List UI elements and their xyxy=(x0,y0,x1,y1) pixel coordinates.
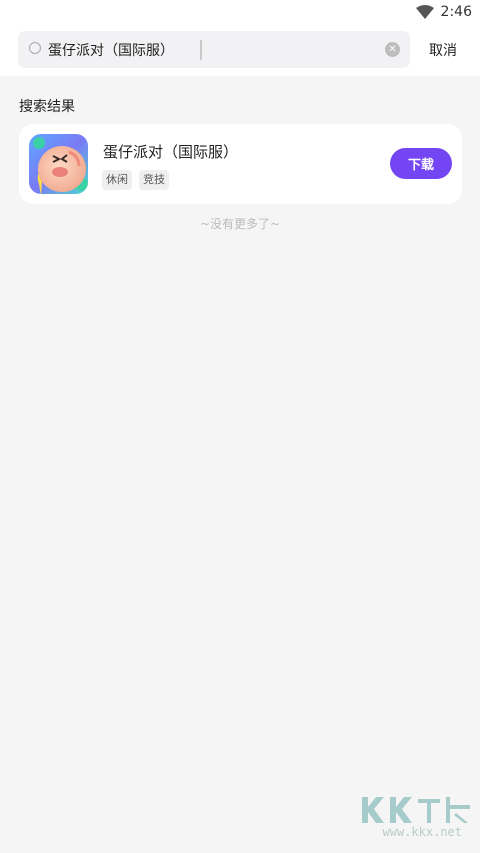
search-icon xyxy=(29,42,41,54)
app-name[interactable]: 蛋仔派对（国际服） xyxy=(103,141,238,162)
download-button[interactable]: 下载 xyxy=(390,148,452,179)
tag: 休闲 xyxy=(102,170,132,190)
section-title: 搜索结果 xyxy=(19,99,75,115)
wifi-icon xyxy=(416,5,434,19)
end-of-list-text: ~没有更多了~ xyxy=(199,217,281,231)
watermark-url: www.kkx.net xyxy=(382,825,462,839)
tag-list: 休闲 竞技 xyxy=(102,170,169,190)
search-box[interactable]: ✕ xyxy=(18,31,410,68)
search-header: ✕ 取消 xyxy=(0,24,480,76)
clear-icon[interactable]: ✕ xyxy=(385,42,400,57)
status-time: 2:46 xyxy=(440,4,472,20)
result-card[interactable]: 蛋仔派对（国际服） 休闲 竞技 下载 xyxy=(19,124,462,204)
tag: 竞技 xyxy=(139,170,169,190)
status-bar: 2:46 xyxy=(0,0,480,24)
cancel-button[interactable]: 取消 xyxy=(429,40,457,60)
watermark: www.kkx.net xyxy=(356,793,476,839)
app-icon[interactable] xyxy=(29,134,88,194)
text-cursor xyxy=(200,40,202,60)
watermark-logo xyxy=(362,797,470,823)
search-input[interactable] xyxy=(48,37,368,63)
